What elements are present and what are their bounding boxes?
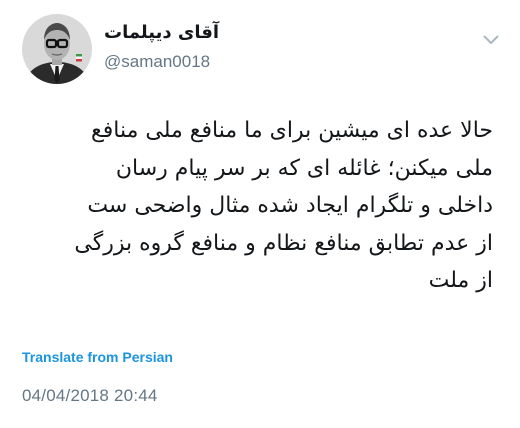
tweet-text-line: ملی میکنن؛ غائله ای که بر سر پیام رسان [115,155,493,181]
author-display-name[interactable]: آقای دیپلمات [104,20,219,46]
author-handle[interactable]: @saman0018 [104,50,210,74]
chevron-down-icon[interactable] [480,32,502,48]
tweet-text-line: از ملت [428,268,493,293]
avatar-image [22,14,92,84]
tweet-text-line: داخلی و تلگرام ایجاد شده مثال واضحی ست [87,193,493,218]
avatar[interactable] [22,14,92,84]
tweet-text: حالا عده ای میشین برای ما منافع ملی مناف… [13,112,493,300]
tweet-timestamp[interactable]: 04/04/2018 20:44 [22,384,158,408]
tweet-text-line: حالا عده ای میشین برای ما منافع ملی مناف… [91,118,493,143]
tweet-text-line: از عدم تطابق منافع نظام و منافع گروه بزر… [74,230,493,256]
tweet-card: آقای دیپلمات @saman0018 حالا عده ای میشی… [0,0,520,428]
translate-link[interactable]: Translate from Persian [22,348,173,366]
